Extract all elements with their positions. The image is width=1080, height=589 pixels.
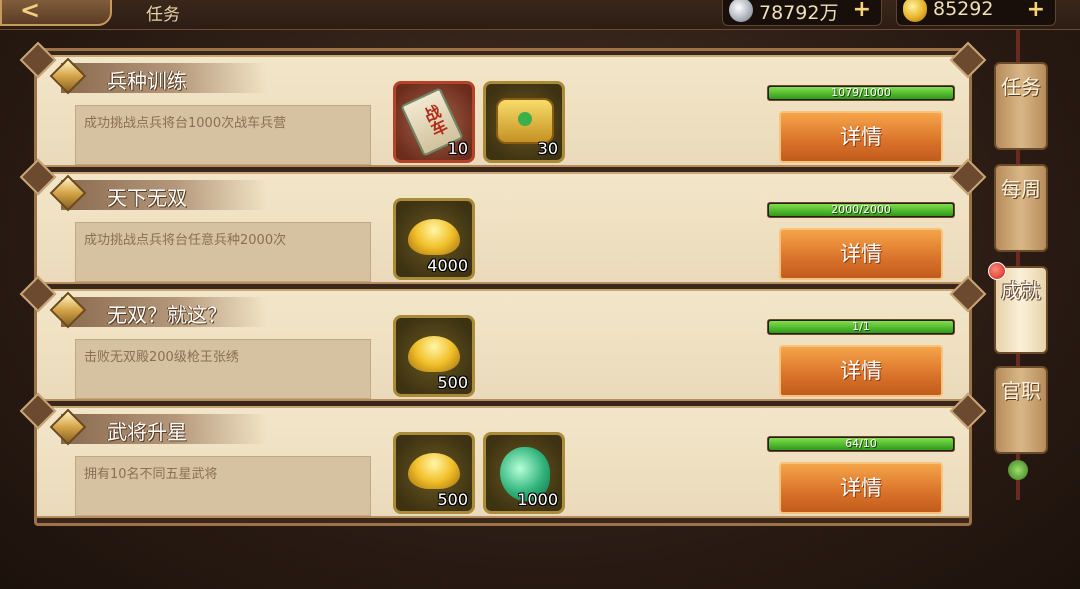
details-button[interactable]: 详情 [779,345,943,397]
tab-weekly[interactable]: 每周 [994,164,1048,252]
task-row: 无双？就这？ 击败无双殿200级枪王张绣 500 1/1 详情 [37,289,969,401]
reward-slot[interactable]: 战车 10 [393,81,475,163]
task-row: 武将升星 拥有10名不同五星武将 500 1000 64/10 详情 [37,406,969,518]
reward-quantity: 500 [437,490,468,509]
tab-achievements[interactable]: 成就 [994,266,1048,354]
reward-quantity: 30 [537,139,558,158]
reward-quantity: 4000 [427,256,468,275]
task-progress-bar: 2000/2000 [767,202,955,218]
gold-ingot-icon [408,453,460,489]
add-gold-button[interactable]: + [1027,0,1045,22]
task-title: 无双？就这？ [107,303,227,327]
gold-ingot-icon [903,0,927,22]
treasure-chest-icon [496,98,554,144]
reward-quantity: 10 [447,139,468,158]
progress-text: 2000/2000 [831,203,891,216]
reward-slot[interactable]: 1000 [483,432,565,514]
task-progress-bar: 1079/1000 [767,85,955,101]
task-description-box: 击败无双殿200级枪王张绣 [75,339,371,399]
gold-amount: 85292 [933,0,994,20]
task-progress-bar: 1/1 [767,319,955,335]
add-silver-button[interactable]: + [853,0,871,22]
silver-amount: 78792万 [759,2,839,24]
reward-quantity: 1000 [517,490,558,509]
progress-text: 1079/1000 [831,86,891,99]
silver-coin-icon [729,0,753,22]
details-button[interactable]: 详情 [779,462,943,514]
jade-charm-icon [1008,460,1028,480]
progress-text: 1/1 [852,320,870,333]
back-arrow-icon: < [20,0,41,24]
gold-currency: 85292 + [896,0,1056,26]
reward-slot[interactable]: 500 [393,432,475,514]
screen-title: 任务 [146,5,180,25]
task-row: 兵种训练 成功挑战点兵将台1000次战车兵营 战车 10 30 1079/100… [37,55,969,167]
notification-dot-icon [988,262,1006,280]
reward-quantity: 500 [437,373,468,392]
task-title: 武将升星 [107,420,187,444]
task-title: 兵种训练 [107,69,187,93]
task-progress-bar: 64/10 [767,436,955,452]
top-bar: < 任务 78792万 + 85292 + [0,0,1080,30]
task-description: 成功挑战点兵将台任意兵种2000次 [84,233,287,248]
silver-currency: 78792万 + [722,0,882,26]
details-button[interactable]: 详情 [779,111,943,163]
task-description-box: 成功挑战点兵将台1000次战车兵营 [75,105,371,165]
reward-slot[interactable]: 4000 [393,198,475,280]
reward-slot[interactable]: 500 [393,315,475,397]
task-description-box: 成功挑战点兵将台任意兵种2000次 [75,222,371,282]
task-row: 天下无双 成功挑战点兵将台任意兵种2000次 4000 2000/2000 详情 [37,172,969,284]
task-description-box: 拥有10名不同五星武将 [75,456,371,516]
tab-tasks[interactable]: 任务 [994,62,1048,150]
task-description: 成功挑战点兵将台1000次战车兵营 [84,116,287,131]
reward-slot[interactable]: 30 [483,81,565,163]
details-button[interactable]: 详情 [779,228,943,280]
task-description: 击败无双殿200级枪王张绣 [84,350,239,365]
gold-ingot-icon [408,219,460,255]
tab-official-rank[interactable]: 官职 [994,366,1048,454]
task-panel: 兵种训练 成功挑战点兵将台1000次战车兵营 战车 10 30 1079/100… [34,48,972,526]
task-description: 拥有10名不同五星武将 [84,467,218,482]
gold-ingot-icon [408,336,460,372]
task-title: 天下无双 [107,186,187,210]
progress-text: 64/10 [845,437,877,450]
back-button[interactable]: < [0,0,112,26]
